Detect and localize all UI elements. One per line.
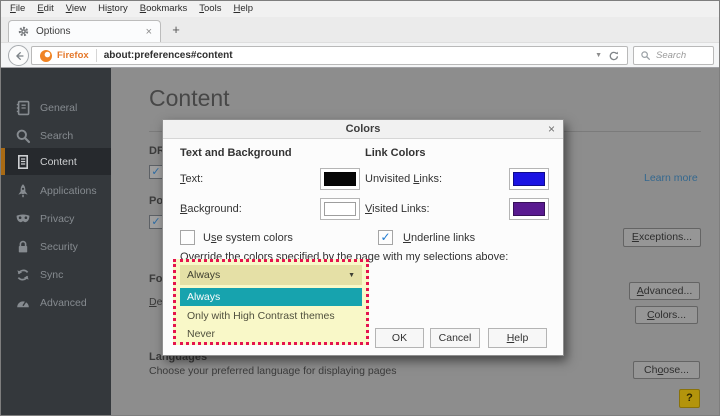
menu-edit[interactable]: Edit [31,1,59,17]
url-text[interactable]: about:preferences#content [104,50,595,61]
sidebar-label: Content [40,156,77,168]
learn-more-link[interactable]: Learn more [644,172,698,184]
dialog-close-icon[interactable]: × [548,120,555,139]
menu-bar: File Edit View History Bookmarks Tools H… [1,1,719,17]
sidebar-label: Security [40,241,78,253]
tab-title: Options [36,26,146,37]
sidebar-label: General [40,102,77,114]
reload-icon[interactable] [608,50,620,62]
page-help-button[interactable]: ? [679,389,700,408]
link-colors-section: Link Colors [365,147,426,159]
gear-icon [17,25,30,38]
menu-view[interactable]: View [60,1,92,17]
search-input[interactable]: Search [633,46,714,65]
navigation-bar: Firefox about:preferences#content ▼ Sear… [1,42,719,68]
menu-history[interactable]: History [92,1,134,17]
search-placeholder: Search [656,50,686,61]
page-title: Content [149,85,230,112]
block-popups-checkbox[interactable]: ✓ [149,215,163,229]
check-icon: ✓ [151,216,160,228]
colors-button[interactable]: Colors... [635,306,698,324]
cancel-button[interactable]: Cancel [430,328,480,348]
sidebar-label: Sync [40,269,63,281]
urlbar-divider [96,49,97,62]
dropdown-option-always[interactable]: Always [180,288,362,306]
sidebar-item-content[interactable]: Content [1,148,111,175]
sidebar-item-privacy[interactable]: Privacy [1,205,111,232]
use-system-colors-checkbox[interactable] [180,230,195,245]
mask-icon [15,211,31,227]
override-dropdown[interactable]: Always ▼ [180,265,362,285]
search-icon [640,50,651,61]
background-color-swatch[interactable] [320,198,360,220]
choose-button[interactable]: Choose... [633,361,700,379]
text-label: Text: [180,173,203,185]
visited-links-label: Visited Links: [365,203,430,215]
text-background-section: Text and Background [180,147,292,159]
menu-bookmarks[interactable]: Bookmarks [134,1,194,17]
swatch-fill [324,202,356,216]
tab-options[interactable]: Options × [8,20,161,42]
colors-dialog: Colors × Text and Background Link Colors… [162,119,564,356]
lock-icon [15,239,31,255]
sidebar-item-search[interactable]: Search [1,122,111,149]
sidebar-label: Advanced [40,297,87,309]
sidebar-item-general[interactable]: General [1,94,111,121]
sync-icon [15,267,31,283]
sidebar-item-security[interactable]: Security [1,233,111,260]
dialog-title: Colors [163,120,563,139]
unvisited-links-label: Unvisited Links: [365,173,442,185]
rocket-icon [15,183,31,199]
chevron-down-icon: ▼ [348,272,355,279]
back-arrow-icon [13,50,25,62]
search-icon [15,128,31,144]
tab-strip: Options × + [1,17,719,42]
check-icon: ✓ [380,230,390,244]
text-color-swatch[interactable] [320,168,360,190]
dialog-titlebar[interactable]: Colors × [163,120,563,139]
tab-close-icon[interactable]: × [146,26,152,38]
dropdown-selected-value: Always [187,269,348,281]
menu-file[interactable]: File [4,1,31,17]
sidebar-item-applications[interactable]: Applications [1,177,111,204]
sidebar-item-sync[interactable]: Sync [1,261,111,288]
menu-help[interactable]: Help [227,1,259,17]
sidebar-label: Search [40,130,73,142]
firefox-identity-label: Firefox [57,50,89,61]
ok-button[interactable]: OK [375,328,424,348]
firefox-icon [40,50,52,62]
background-label: Background: [180,203,242,215]
dropdown-option-never[interactable]: Never [180,325,362,343]
advanced-button[interactable]: Advanced... [629,282,700,300]
underline-links-label: Underline links [403,232,475,244]
dropdown-option-high-contrast[interactable]: Only with High Contrast themes [180,307,362,325]
urlbar-dropdown-icon[interactable]: ▼ [595,52,602,59]
help-button[interactable]: Help [488,328,547,348]
languages-description: Choose your preferred language for displ… [149,365,397,377]
sidebar-label: Applications [40,185,97,197]
url-bar[interactable]: Firefox about:preferences#content ▼ [31,46,628,65]
gauge-icon [15,295,31,311]
menu-tools[interactable]: Tools [193,1,227,17]
visited-color-swatch[interactable] [509,198,549,220]
swatch-fill [513,202,545,216]
use-system-colors-label: Use system colors [203,232,293,244]
sidebar-label: Privacy [40,213,74,225]
document-icon [15,154,31,170]
swatch-fill [324,172,356,186]
browser-window: File Edit View History Bookmarks Tools H… [0,0,720,416]
address-book-icon [15,100,31,116]
annotation-highlight-box: Always ▼ Always Only with High Contrast … [173,259,369,345]
play-drm-checkbox[interactable]: ✓ [149,165,163,179]
exceptions-button[interactable]: Exceptions... [623,228,701,247]
back-button[interactable] [8,45,29,66]
swatch-fill [513,172,545,186]
new-tab-button[interactable]: + [167,21,185,39]
preferences-sidebar: General Search Content Applications [1,68,111,415]
check-icon: ✓ [151,166,160,178]
unvisited-color-swatch[interactable] [509,168,549,190]
sidebar-item-advanced[interactable]: Advanced [1,289,111,316]
underline-links-checkbox[interactable]: ✓ [378,230,393,245]
